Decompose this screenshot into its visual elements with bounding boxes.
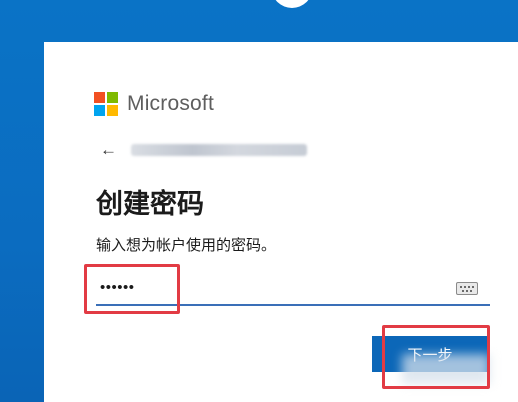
microsoft-logo-icon bbox=[94, 92, 118, 116]
back-row: ← bbox=[100, 140, 307, 160]
page-subtitle: 输入想为帐户使用的密码。 bbox=[96, 237, 277, 254]
next-button-highlight-box bbox=[382, 325, 490, 389]
page-title: 创建密码 bbox=[96, 189, 204, 219]
top-logo-glyph bbox=[272, 0, 312, 8]
signin-card: Microsoft ← 创建密码 输入想为帐户使用的密码。 下一步 bbox=[44, 42, 518, 402]
logo-text: Microsoft bbox=[127, 92, 214, 115]
back-arrow-icon[interactable]: ← bbox=[100, 140, 117, 160]
blurred-account-email bbox=[131, 144, 307, 156]
password-highlight-box bbox=[84, 264, 180, 314]
keyboard-icon[interactable] bbox=[456, 282, 478, 295]
microsoft-logo: Microsoft bbox=[94, 92, 214, 116]
